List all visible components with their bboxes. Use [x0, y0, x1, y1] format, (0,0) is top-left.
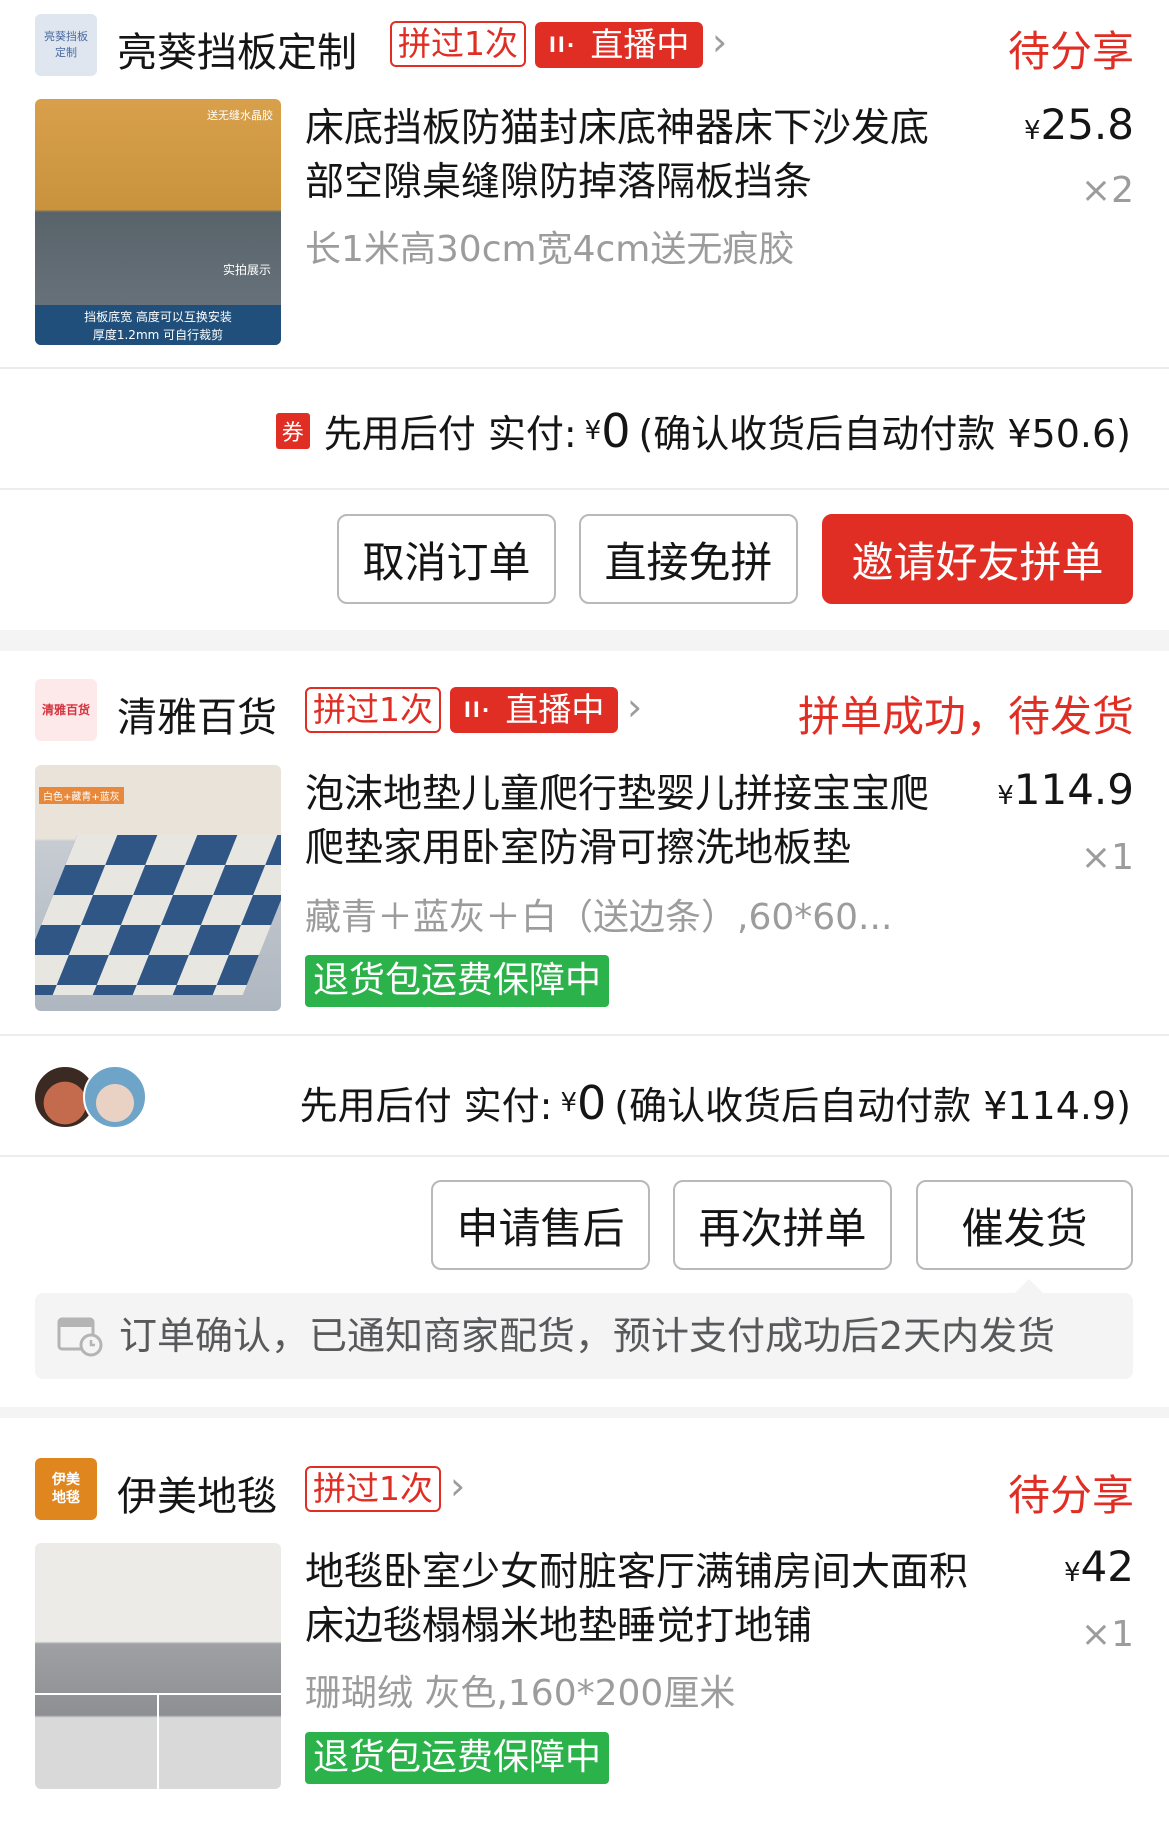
coupon-icon: 券	[275, 412, 310, 449]
product-price: ¥42	[1064, 1542, 1134, 1591]
product-spec: 珊瑚绒 灰色,160*200厘米	[305, 1673, 736, 1714]
reorder-group-button[interactable]: 再次拼单	[673, 1180, 892, 1270]
divider	[0, 1155, 1169, 1157]
thumb-caption-top: 送无缝水晶胶	[207, 109, 273, 122]
product-quantity: ×1	[1080, 1614, 1134, 1655]
shop-name[interactable]: 伊美地毯	[117, 1464, 277, 1522]
group-count-tag: 拼过1次	[305, 1466, 441, 1512]
thumb-caption-line1: 挡板底宽 高度可以互换安装	[84, 310, 232, 324]
direct-no-group-button[interactable]: 直接免拼	[579, 514, 798, 604]
group-count-tag: 拼过1次	[305, 687, 441, 733]
price-symbol: ¥	[1023, 116, 1041, 146]
product-price: ¥114.9	[997, 765, 1134, 814]
return-shipping-guarantee-badge: 退货包运费保障中	[305, 955, 610, 1007]
shop-logo[interactable]: 亮葵挡板定制	[35, 14, 97, 76]
price-value: 114.9	[1013, 765, 1134, 814]
order-card-1: 亮葵挡板定制 亮葵挡板定制 拼过1次 ll· 直播中 › 待分享 送无缝水晶胶 …	[0, 0, 1169, 630]
mat-pattern	[35, 835, 281, 995]
notice-pointer	[1015, 1279, 1043, 1293]
pay-note: (确认收货后自动付款 ¥114.9)	[614, 1084, 1131, 1128]
payment-summary: 先用后付 实付: ¥ 0 (确认收货后自动付款 ¥114.9)	[300, 1075, 1131, 1130]
divider	[0, 367, 1169, 369]
shop-name[interactable]: 亮葵挡板定制	[117, 20, 357, 78]
pay-amount: 0	[601, 403, 631, 458]
live-tag-label: 直播中	[590, 25, 690, 64]
price-symbol: ¥	[997, 781, 1014, 811]
pay-amount: 0	[577, 1075, 607, 1130]
product-price: ¥25.8	[1024, 100, 1134, 149]
calendar-clock-icon	[57, 1317, 103, 1357]
price-value: 42	[1080, 1542, 1134, 1591]
product-thumbnail[interactable]: 送无缝水晶胶 实拍展示 挡板底宽 高度可以互换安装 厚度1.2mm 可自行裁剪	[35, 99, 281, 345]
product-thumbnail[interactable]	[35, 1543, 281, 1789]
product-spec: 藏青＋蓝灰＋白（送边条）,60*60...	[305, 897, 893, 938]
pay-label: 先用后付 实付:	[299, 1084, 553, 1128]
thumb-caption-mid: 实拍展示	[222, 263, 271, 277]
thumb-caption-band: 挡板底宽 高度可以互换安装 厚度1.2mm 可自行裁剪	[35, 305, 281, 345]
thumb-caption: 白色+藏青+蓝灰	[39, 787, 124, 804]
shop-logo-text: 亮葵挡板定制	[44, 30, 88, 59]
group-count-tag: 拼过1次	[390, 21, 526, 67]
live-tag[interactable]: ll· 直播中	[535, 22, 704, 68]
product-spec: 长1米高30cm宽4cm送无痕胶	[305, 229, 795, 270]
price-symbol: ¥	[1064, 1558, 1081, 1588]
live-broadcast-icon: ll·	[464, 698, 492, 722]
thumb-divider-v	[157, 1693, 159, 1789]
request-after-sales-button[interactable]: 申请售后	[431, 1180, 650, 1270]
group-member-avatars[interactable]	[33, 1063, 153, 1129]
notice-text: 订单确认，已通知商家配货，预计支付成功后2天内发货	[119, 1314, 1056, 1358]
order-status: 拼单成功，待发货	[797, 692, 1134, 741]
live-broadcast-icon: ll·	[549, 33, 577, 57]
chevron-right-icon[interactable]: ›	[627, 685, 642, 729]
shop-logo[interactable]: 清雅百货	[35, 679, 97, 741]
chevron-right-icon[interactable]: ›	[450, 1464, 465, 1508]
product-thumbnail[interactable]: 白色+藏青+蓝灰	[35, 765, 281, 1011]
avatar	[83, 1065, 147, 1129]
shop-logo-text: 清雅百货	[41, 703, 90, 717]
thumb-caption-line2: 厚度1.2mm 可自行裁剪	[92, 328, 224, 342]
product-quantity: ×2	[1080, 170, 1134, 211]
invite-friends-button[interactable]: 邀请好友拼单	[822, 514, 1133, 604]
pay-note: (确认收货后自动付款 ¥50.6)	[638, 412, 1131, 456]
urge-shipping-button[interactable]: 催发货	[916, 1180, 1133, 1270]
cancel-order-button[interactable]: 取消订单	[337, 514, 556, 604]
shop-name[interactable]: 清雅百货	[117, 685, 277, 743]
payment-summary: 券 先用后付 实付: ¥ 0 (确认收货后自动付款 ¥50.6)	[275, 403, 1131, 458]
shop-logo-text: 伊美地毯	[52, 1472, 80, 1506]
shipping-notice: 订单确认，已通知商家配货，预计支付成功后2天内发货	[35, 1279, 1133, 1379]
product-title[interactable]: 床底挡板防猫封床底神器床下沙发底部空隙桌缝隙防掉落隔板挡条	[305, 102, 945, 210]
product-title[interactable]: 地毯卧室少女耐脏客厅满铺房间大面积床边毯榻榻米地垫睡觉打地铺	[305, 1546, 995, 1654]
shop-logo[interactable]: 伊美地毯	[35, 1458, 97, 1520]
order-card-3: 伊美地毯 伊美地毯 拼过1次 › 待分享 地毯卧室少女耐脏客厅满铺房间大面积床边…	[0, 1418, 1169, 1824]
divider	[0, 1034, 1169, 1036]
product-title[interactable]: 泡沫地垫儿童爬行垫婴儿拼接宝宝爬爬垫家用卧室防滑可擦洗地板垫	[305, 768, 945, 876]
product-quantity: ×1	[1080, 837, 1134, 878]
price-value: 25.8	[1040, 100, 1134, 149]
live-tag[interactable]: ll· 直播中	[450, 687, 619, 733]
order-status: 待分享	[1007, 1471, 1134, 1520]
divider	[0, 488, 1169, 490]
pay-yen: ¥	[584, 415, 602, 446]
order-status: 待分享	[1007, 27, 1134, 76]
pay-yen: ¥	[560, 1087, 578, 1118]
live-tag-label: 直播中	[505, 690, 605, 729]
return-shipping-guarantee-badge: 退货包运费保障中	[305, 1732, 610, 1784]
pay-label: 先用后付 实付:	[323, 412, 577, 456]
chevron-right-icon[interactable]: ›	[712, 20, 727, 64]
